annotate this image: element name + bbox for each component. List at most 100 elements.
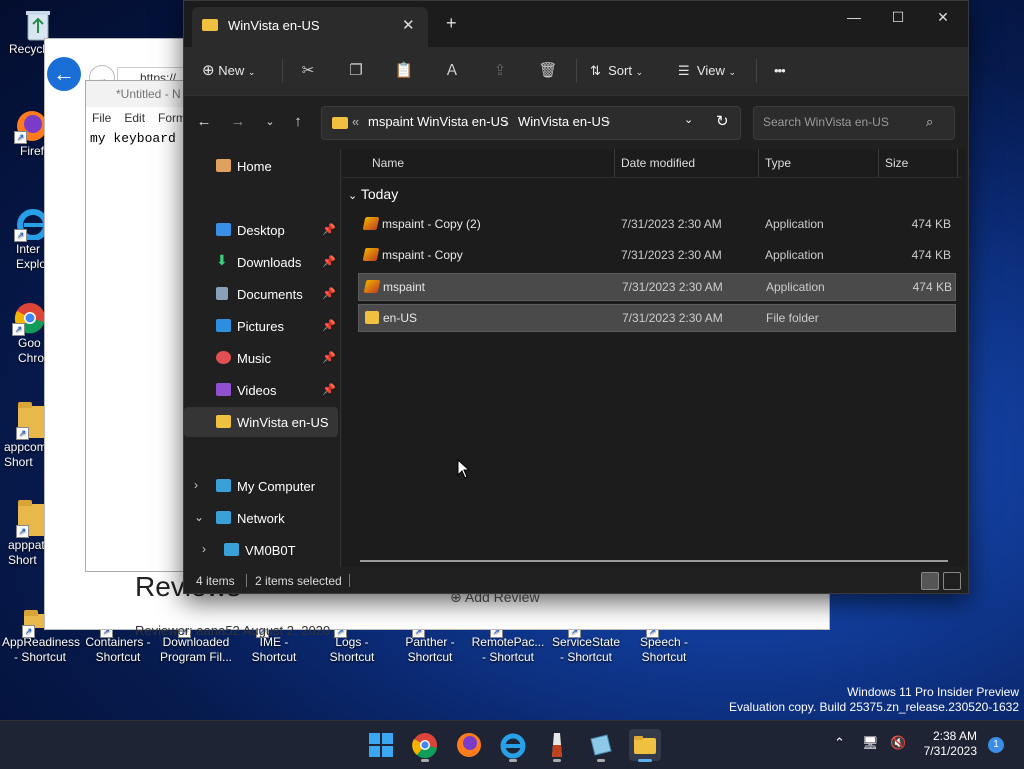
watermark-edition: Windows 11 Pro Insider Preview bbox=[847, 685, 1019, 699]
chevron-down-icon: ⌄ bbox=[728, 67, 737, 77]
rename-icon[interactable]: Ａ bbox=[440, 59, 464, 83]
pin-icon[interactable]: 📌 bbox=[322, 319, 336, 332]
sidebar-item-music[interactable]: Music 📌 bbox=[184, 343, 338, 373]
chevron-right-icon[interactable]: › bbox=[202, 542, 206, 556]
taskbar-chrome[interactable] bbox=[409, 729, 441, 762]
search-icon[interactable]: ⌕ bbox=[926, 114, 933, 130]
desktop-icon bbox=[216, 223, 231, 236]
computer-icon bbox=[224, 543, 239, 556]
forward-arrow-icon[interactable]: → bbox=[228, 112, 248, 132]
view-label: View bbox=[696, 63, 725, 78]
notification-badge[interactable]: 1 bbox=[988, 737, 1004, 753]
sort-button[interactable]: ⇅ Sort ⌄ bbox=[590, 59, 643, 83]
file-type: Application bbox=[766, 280, 825, 294]
new-tab-icon[interactable]: + bbox=[446, 13, 457, 34]
navigation-pane: Home Desktop 📌 ⬇ Downloads 📌 Documents 📌… bbox=[184, 149, 341, 567]
column-size[interactable]: Size bbox=[885, 156, 908, 170]
horizontal-scrollbar[interactable] bbox=[360, 560, 948, 562]
refresh-icon[interactable]: ↻ bbox=[716, 112, 729, 130]
more-options-button[interactable]: ••• bbox=[774, 59, 786, 83]
file-explorer-window[interactable]: WinVista en-US ✕ + — ☐ ✕ ⊕ New ⌄ ✂ ❐ 📋 Ａ… bbox=[183, 0, 969, 594]
cut-icon[interactable]: ✂ bbox=[296, 59, 320, 83]
desktop-icon-label: - Shortcut bbox=[13, 650, 67, 664]
sidebar-item-my-computer[interactable]: › My Computer bbox=[184, 471, 338, 501]
chevron-right-icon[interactable]: › bbox=[194, 478, 198, 492]
desktop-icon-label: Panther - bbox=[405, 635, 455, 649]
pin-icon[interactable]: 📌 bbox=[322, 383, 336, 396]
details-view-icon[interactable] bbox=[921, 572, 939, 590]
notepad-menu-edit[interactable]: Edit bbox=[124, 111, 145, 125]
sidebar-item-vm0b0t[interactable]: › VM0B0T bbox=[184, 535, 338, 565]
sidebar-item-downloads[interactable]: ⬇ Downloads 📌 bbox=[184, 247, 338, 277]
volume-muted-icon[interactable]: 🔇 bbox=[890, 735, 906, 751]
new-button[interactable]: ⊕ New ⌄ bbox=[202, 59, 255, 83]
group-header-today[interactable]: ⌄ Today bbox=[348, 186, 398, 202]
sidebar-item-home[interactable]: Home bbox=[184, 151, 338, 181]
show-hidden-icons-chevron-up-icon[interactable]: ⌃ bbox=[834, 735, 845, 751]
sidebar-item-network[interactable]: ⌄ Network bbox=[184, 503, 338, 533]
file-row[interactable]: mspaint 7/31/2023 2:30 AM Application 474 K… bbox=[358, 273, 956, 301]
toolbar-separator bbox=[576, 59, 577, 83]
new-label: New bbox=[218, 63, 245, 78]
recent-chevron-down-icon[interactable]: ⌄ bbox=[260, 112, 280, 132]
desktop-icon-label: Shortcut bbox=[251, 650, 297, 664]
delete-icon[interactable]: 🗑 bbox=[536, 59, 560, 83]
pin-icon[interactable]: 📌 bbox=[322, 255, 336, 268]
address-bar[interactable]: « mspaint WinVista en-US › WinVista en-U… bbox=[321, 106, 741, 140]
sidebar-item-pictures[interactable]: Pictures 📌 bbox=[184, 311, 338, 341]
taskbar-file-explorer[interactable] bbox=[629, 729, 661, 762]
breadcrumb-mspaint-winvista[interactable]: mspaint WinVista en-US bbox=[368, 114, 509, 129]
column-separator[interactable] bbox=[614, 149, 615, 177]
file-type: Application bbox=[765, 248, 824, 262]
chevron-down-icon[interactable]: ⌄ bbox=[194, 510, 204, 524]
copy-icon[interactable]: ❐ bbox=[344, 59, 368, 83]
paste-icon[interactable]: 📋 bbox=[392, 59, 416, 83]
column-date-modified[interactable]: Date modified bbox=[621, 156, 695, 170]
notepad-menu-file[interactable]: File bbox=[92, 111, 111, 125]
chevron-down-icon: ⌄ bbox=[348, 190, 358, 202]
sidebar-item-documents[interactable]: Documents 📌 bbox=[184, 279, 338, 309]
share-icon[interactable]: ⇪ bbox=[488, 59, 512, 83]
back-arrow-icon[interactable]: ← bbox=[194, 112, 214, 132]
explorer-tab[interactable]: WinVista en-US ✕ bbox=[192, 7, 428, 47]
file-list[interactable]: Name Date modified Type Size ⌄ Today msp… bbox=[342, 149, 966, 567]
column-type[interactable]: Type bbox=[765, 156, 791, 170]
column-separator[interactable] bbox=[957, 149, 958, 177]
pin-icon[interactable]: 📌 bbox=[322, 287, 336, 300]
taskbar-clock[interactable]: 2:38 AM 7/31/2023 bbox=[917, 729, 977, 759]
network-status-icon[interactable]: 🖥 bbox=[862, 735, 879, 751]
taskbar-notepad[interactable] bbox=[585, 729, 617, 762]
sidebar-item-videos[interactable]: Videos 📌 bbox=[184, 375, 338, 405]
chrome-icon: ↗ bbox=[12, 302, 46, 336]
sidebar-item-winvista-en-us[interactable]: WinVista en-US bbox=[184, 407, 338, 437]
column-separator[interactable] bbox=[878, 149, 879, 177]
address-dropdown-icon[interactable]: ⌄ bbox=[684, 113, 693, 126]
taskbar-firefox[interactable] bbox=[453, 729, 485, 761]
notepad-menu-format[interactable]: Form bbox=[158, 111, 186, 125]
sidebar-item-desktop[interactable]: Desktop 📌 bbox=[184, 215, 338, 245]
search-box[interactable]: Search WinVista en-US ⌕ bbox=[753, 106, 955, 140]
breadcrumb-overflow[interactable]: « bbox=[352, 114, 359, 129]
view-button[interactable]: ☰ View ⌄ bbox=[678, 59, 736, 83]
file-row[interactable]: en-US 7/31/2023 2:30 AM File folder bbox=[358, 304, 956, 332]
tab-close-icon[interactable]: ✕ bbox=[402, 16, 415, 34]
pin-icon[interactable]: 📌 bbox=[322, 351, 336, 364]
explorer-toolbar: ⊕ New ⌄ ✂ ❐ 📋 Ａ ⇪ 🗑 ⇅ Sort ⌄ ☰ View ⌄ ••… bbox=[184, 47, 968, 96]
pin-icon[interactable]: 📌 bbox=[322, 223, 336, 236]
taskbar-internet-explorer[interactable] bbox=[497, 729, 529, 762]
start-button[interactable] bbox=[365, 729, 397, 761]
breadcrumb-separator: › bbox=[504, 114, 509, 129]
minimize-button[interactable]: — bbox=[834, 7, 874, 27]
file-row[interactable]: mspaint - Copy (2) 7/31/2023 2:30 AM Appli… bbox=[358, 211, 954, 237]
up-arrow-icon[interactable]: ↑ bbox=[288, 112, 308, 132]
breadcrumb-winvista[interactable]: WinVista en-US bbox=[518, 114, 610, 129]
tiles-view-icon[interactable] bbox=[943, 572, 961, 590]
shortcut-arrow-icon: ↗ bbox=[12, 323, 25, 336]
maximize-button[interactable]: ☐ bbox=[878, 7, 918, 27]
taskbar-paint[interactable] bbox=[541, 729, 573, 762]
file-row[interactable]: mspaint - Copy 7/31/2023 2:30 AM Applicati… bbox=[358, 242, 954, 268]
column-name[interactable]: Name bbox=[372, 156, 404, 170]
close-button[interactable]: ✕ bbox=[923, 7, 963, 27]
column-separator[interactable] bbox=[758, 149, 759, 177]
back-arrow-icon[interactable]: ← bbox=[47, 57, 81, 91]
